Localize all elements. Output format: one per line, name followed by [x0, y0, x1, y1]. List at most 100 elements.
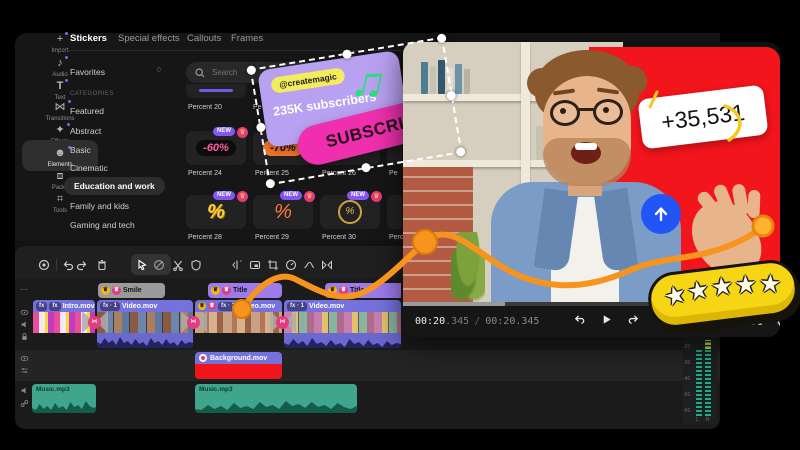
fx-chip: fx · 1 — [287, 302, 307, 311]
transition-marker[interactable]: ⋈ — [181, 311, 207, 334]
clip-label: Title — [350, 287, 364, 294]
preview-video[interactable]: +35,531 — [403, 42, 780, 302]
sticker-label: Percent 20 — [188, 104, 222, 111]
percent-orange-sticker: % — [274, 201, 292, 224]
category-family-and-kids[interactable]: Family and kids — [70, 201, 129, 211]
clip-label: Intro.mov — [63, 303, 95, 310]
track-options-icon[interactable]: ⋯ — [17, 285, 31, 295]
pro-badge: ♛ — [222, 286, 231, 295]
clip-label: Background.mov — [210, 355, 267, 362]
speed-icon[interactable] — [283, 257, 299, 273]
select-tool-icon[interactable] — [134, 257, 150, 273]
plant — [451, 232, 485, 302]
transition-icon[interactable] — [319, 257, 335, 273]
clip-video2-header[interactable]: ♛ ♛ fx · 1 Video.mov — [195, 300, 282, 312]
category-cinematic[interactable]: Cinematic — [70, 163, 108, 173]
track2-mute-icon[interactable] — [17, 320, 31, 332]
star-icon: ★ — [734, 270, 758, 301]
redo-icon[interactable] — [74, 257, 90, 273]
category-abstract[interactable]: Abstract — [70, 126, 101, 136]
tab-callouts[interactable]: Callouts — [187, 33, 221, 44]
category-gaming-and-tech[interactable]: Gaming and tech — [70, 220, 135, 230]
clip-video1-header[interactable]: fx · 1 Video.mov — [97, 300, 193, 312]
tab-frames[interactable]: Frames — [231, 33, 263, 44]
play-button-icon[interactable] — [600, 313, 613, 331]
track4-mute-icon[interactable] — [17, 386, 31, 398]
music-waveform — [195, 397, 357, 413]
fx-chip: fx — [36, 302, 47, 311]
transition-marker[interactable]: ⋈ — [270, 311, 296, 334]
track2-visibility-icon[interactable] — [17, 308, 31, 320]
audio-icon: ♪ — [57, 58, 63, 69]
categories-section-label: CATEGORIES — [70, 91, 114, 97]
clip-video1-thumbnails[interactable] — [97, 312, 193, 333]
clip-background-header[interactable]: Background.mov — [195, 352, 282, 364]
pro-crown-badge: ♛ — [237, 127, 248, 138]
clip-video1-waveform — [97, 333, 193, 348]
crown-badge: ♛ — [101, 286, 110, 295]
clip-video2-thumbnails[interactable] — [195, 312, 282, 333]
record-badge — [199, 354, 207, 362]
sticker-label: Percent 25 — [255, 170, 289, 177]
delete-icon[interactable] — [94, 257, 110, 273]
sticker-tile-percent29[interactable]: % — [253, 195, 313, 229]
sticker-tile-percent30[interactable]: % — [320, 195, 380, 229]
clip-label: Title — [233, 287, 247, 294]
category-favorites[interactable]: Favorites — [70, 67, 105, 77]
mask-icon[interactable] — [188, 257, 204, 273]
tab-special-effects[interactable]: Special effects — [118, 33, 180, 44]
clip-title-1[interactable]: ♛♛ Title — [208, 283, 282, 298]
sticker-tile-percent24[interactable]: -60% — [186, 131, 246, 165]
sticker-label: Percent 29 — [255, 234, 289, 241]
category-basic[interactable]: Basic — [70, 145, 91, 155]
jump-back-icon[interactable] — [573, 313, 586, 331]
clip-music-1[interactable]: Music.mp3 — [32, 384, 96, 413]
clip-video3-header[interactable]: fx · 1 Video.mov — [284, 300, 401, 312]
settings-gear-icon[interactable]: ⚙ — [776, 315, 780, 329]
crown-badge: ♛ — [328, 286, 337, 295]
record-cursor-icon[interactable] — [36, 257, 52, 273]
category-education-and-work[interactable]: Education and work — [64, 177, 165, 195]
crown-badge: ♛ — [211, 286, 220, 295]
crop-icon[interactable] — [265, 257, 281, 273]
sticker-tile-percent28[interactable]: % — [186, 195, 246, 229]
channel-handle-pill: @createmagic — [270, 67, 345, 94]
sticker-tile[interactable] — [387, 195, 402, 229]
transition-marker[interactable]: ⋈ — [82, 311, 108, 334]
track2-lock-icon[interactable] — [17, 332, 31, 344]
favorites-count: 0 — [157, 67, 161, 74]
sticker-label: Percent 28 — [188, 234, 222, 241]
pro-badge: ♛ — [112, 286, 121, 295]
split-icon[interactable] — [229, 257, 245, 273]
track3-visibility-icon[interactable] — [17, 354, 31, 366]
sticker-tile[interactable] — [186, 84, 246, 98]
sticker-label: Percent 24 — [188, 170, 222, 177]
marketing-composition: + Import ♪ Audio T Text ⋈ Transitions ✦ … — [0, 0, 800, 450]
star-icon: ★ — [758, 269, 782, 300]
clip-label: Music.mp3 — [32, 384, 96, 393]
discount-60-sticker: -60% — [196, 140, 236, 156]
jump-forward-icon[interactable] — [627, 313, 640, 331]
track3-settings-icon[interactable] — [17, 366, 31, 378]
clip-smile[interactable]: ♛♛ Smile — [98, 283, 165, 298]
sticker-label: Perc — [389, 234, 403, 241]
timecode-total: 00:20.345 — [485, 316, 539, 327]
category-featured[interactable]: Featured — [70, 106, 104, 116]
track3-row — [15, 350, 720, 381]
cut-icon[interactable] — [170, 257, 186, 273]
speed-curve-icon[interactable] — [301, 257, 317, 273]
counter-accent-tick — [646, 90, 660, 110]
fx-chip: fx · 1 — [100, 302, 120, 311]
clip-background-body[interactable] — [195, 364, 282, 379]
clip-title-2[interactable]: ♛♛ Title — [325, 283, 401, 298]
music-waveform — [32, 397, 96, 413]
track4-link-icon[interactable] — [17, 399, 31, 411]
pip-icon[interactable] — [247, 257, 263, 273]
clip-label: Video.mov — [122, 303, 157, 310]
disabled-tool-icon[interactable] — [151, 257, 167, 273]
clip-music-2[interactable]: Music.mp3 — [195, 384, 357, 413]
clip-video3-thumbnails[interactable] — [284, 312, 401, 333]
up-arrow-button-sticker[interactable] — [641, 194, 681, 234]
percent-yellow-sticker: % — [207, 201, 225, 224]
tab-stickers[interactable]: Stickers — [70, 33, 107, 44]
